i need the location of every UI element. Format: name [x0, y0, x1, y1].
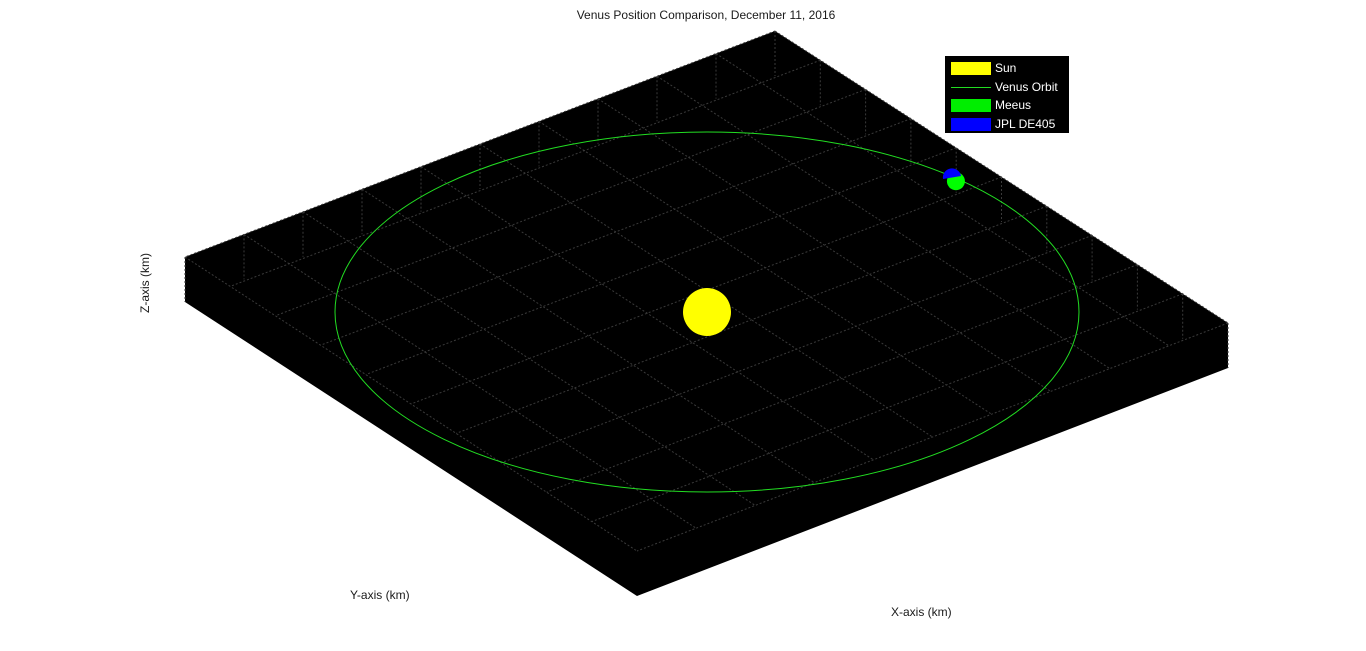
x-axis-label: X-axis (km)	[891, 605, 952, 619]
figure: Venus Position Comparison, December 11, …	[0, 0, 1366, 651]
y-axis-label: Y-axis (km)	[350, 588, 410, 602]
legend-item-meeus: Meeus	[945, 96, 1069, 115]
legend-swatch-sun	[951, 62, 991, 75]
legend-item-sun: Sun	[945, 59, 1069, 78]
legend-label-meeus: Meeus	[995, 98, 1032, 112]
legend-item-venus-orbit: Venus Orbit	[945, 78, 1069, 97]
legend-swatch-meeus	[951, 99, 991, 112]
legend-label-jpl: JPL DE405	[995, 117, 1056, 131]
chart-title: Venus Position Comparison, December 11, …	[576, 8, 836, 22]
legend-line-venus-orbit	[951, 87, 991, 88]
plot-area	[184, 30, 1229, 596]
sun-marker	[683, 288, 731, 336]
legend-label-venus-orbit: Venus Orbit	[995, 80, 1058, 94]
legend-swatch-jpl	[951, 118, 991, 131]
legend[interactable]: Sun Venus Orbit Meeus JPL DE405	[944, 55, 1070, 134]
legend-item-jpl: JPL DE405	[945, 115, 1069, 134]
legend-label-sun: Sun	[995, 61, 1017, 75]
z-axis-label: Z-axis (km)	[138, 253, 152, 313]
